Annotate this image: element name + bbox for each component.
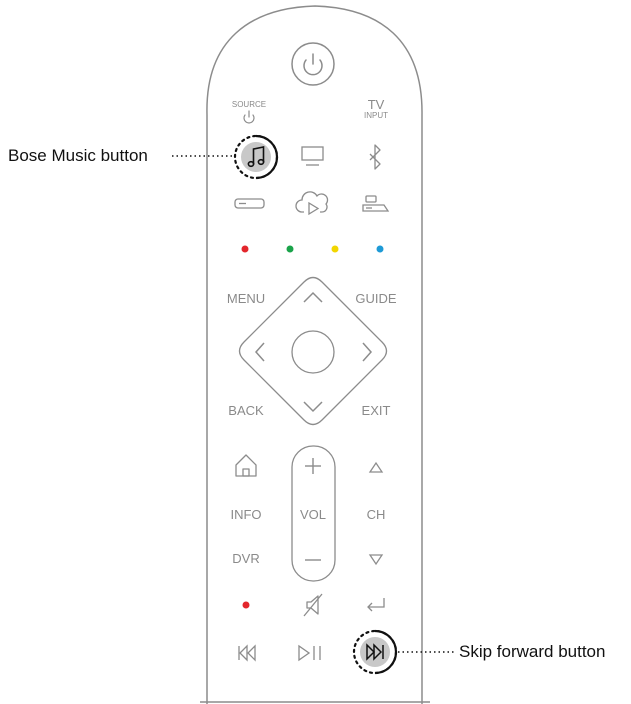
tv-label: TV bbox=[367, 97, 385, 112]
source-power-icon bbox=[243, 110, 255, 124]
soundbar-icon[interactable] bbox=[234, 198, 265, 209]
cloud-play-icon[interactable] bbox=[295, 191, 329, 216]
dpad-ok-button[interactable] bbox=[291, 330, 335, 374]
bluetooth-icon[interactable] bbox=[369, 144, 381, 170]
dvr-label[interactable]: DVR bbox=[222, 551, 270, 566]
return-icon[interactable] bbox=[367, 598, 385, 612]
red-button[interactable] bbox=[241, 245, 249, 253]
skip-callout-label: Skip forward button bbox=[459, 642, 606, 661]
info-label[interactable]: INFO bbox=[222, 507, 270, 522]
dpad-left-icon[interactable] bbox=[254, 342, 265, 362]
menu-label[interactable]: MENU bbox=[222, 291, 270, 306]
tv-icon[interactable] bbox=[301, 146, 324, 166]
record-button[interactable] bbox=[242, 601, 250, 609]
dpad-up-icon[interactable] bbox=[303, 291, 323, 303]
music-callout-label: Bose Music button bbox=[8, 146, 148, 165]
dpad-right-icon[interactable] bbox=[362, 342, 373, 362]
volume-up-icon[interactable] bbox=[305, 458, 321, 474]
remote-diagram bbox=[172, 5, 454, 704]
game-console-icon[interactable] bbox=[362, 195, 390, 212]
power-button[interactable] bbox=[291, 42, 335, 86]
back-label[interactable]: BACK bbox=[222, 403, 270, 418]
vol-label: VOL bbox=[299, 507, 326, 522]
home-icon[interactable] bbox=[235, 454, 257, 477]
bose-music-button[interactable] bbox=[233, 134, 279, 180]
play-pause-icon[interactable] bbox=[298, 644, 321, 662]
green-button[interactable] bbox=[286, 245, 294, 253]
power-icon bbox=[303, 53, 323, 76]
yellow-button[interactable] bbox=[331, 245, 339, 253]
exit-label[interactable]: EXIT bbox=[352, 403, 400, 418]
blue-button[interactable] bbox=[376, 245, 384, 253]
input-label: INPUT bbox=[364, 111, 388, 120]
channel-up-icon[interactable] bbox=[368, 461, 384, 473]
channel-down-icon[interactable] bbox=[368, 554, 384, 566]
source-label: SOURCE bbox=[231, 100, 267, 109]
skip-back-icon[interactable] bbox=[238, 644, 256, 662]
dpad-down-icon[interactable] bbox=[303, 401, 323, 413]
guide-label[interactable]: GUIDE bbox=[352, 291, 400, 306]
mute-icon[interactable] bbox=[303, 593, 323, 617]
ch-label: CH bbox=[366, 507, 386, 522]
skip-forward-button[interactable] bbox=[352, 629, 398, 675]
